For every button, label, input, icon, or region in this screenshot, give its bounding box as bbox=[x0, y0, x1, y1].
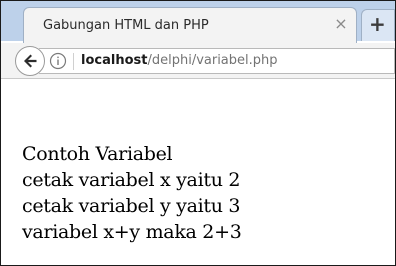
info-icon[interactable] bbox=[49, 52, 67, 70]
content-line-x: cetak variabel x yaitu 2 bbox=[22, 169, 241, 191]
tab-title: Gabungan HTML dan PHP bbox=[43, 18, 209, 33]
plus-icon: + bbox=[369, 12, 386, 36]
tab-close-icon[interactable]: × bbox=[333, 16, 349, 32]
url-text[interactable]: localhost/delphi/variabel.php bbox=[81, 53, 278, 68]
url-host: localhost bbox=[81, 53, 148, 68]
tab-active[interactable]: Gabungan HTML dan PHP × bbox=[23, 7, 357, 43]
browser-window: Gabungan HTML dan PHP × + localhost/delp… bbox=[0, 0, 396, 266]
tab-bar: Gabungan HTML dan PHP × + bbox=[1, 1, 395, 43]
content-line-sum: variabel x+y maka 2+3 bbox=[22, 221, 242, 243]
new-tab-button[interactable]: + bbox=[361, 9, 395, 41]
url-bar[interactable]: localhost/delphi/variabel.php bbox=[39, 48, 395, 74]
content-line-y: cetak variabel y yaitu 3 bbox=[22, 195, 241, 217]
back-arrow-icon bbox=[24, 54, 37, 68]
content-heading: Contoh Variabel bbox=[22, 143, 173, 165]
url-path: /delphi/variabel.php bbox=[147, 53, 278, 68]
back-button[interactable] bbox=[15, 46, 45, 76]
page-content: Contoh Variabel cetak variabel x yaitu 2… bbox=[1, 79, 395, 265]
url-separator bbox=[73, 53, 74, 70]
navigation-bar: localhost/delphi/variabel.php bbox=[1, 43, 395, 79]
